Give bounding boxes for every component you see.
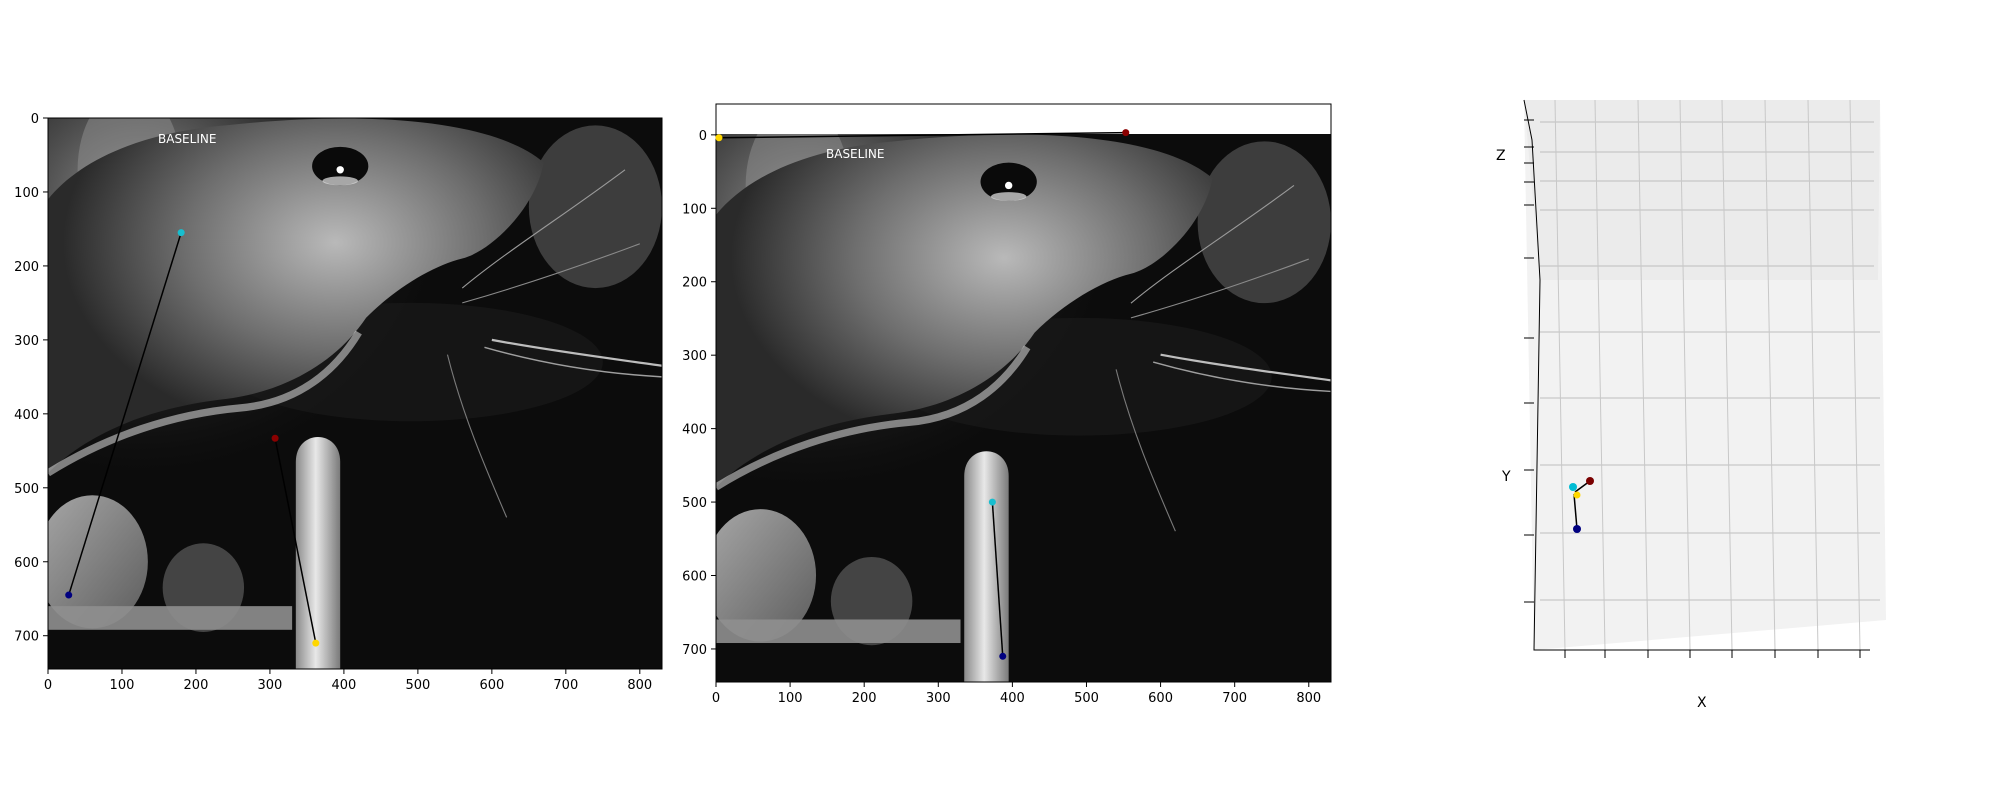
camera-2-overlay-label: BASELINE <box>826 147 884 161</box>
camera-1-image <box>37 88 662 669</box>
x-tick-label: 600 <box>1148 691 1173 706</box>
x-tick-label: 500 <box>405 678 430 693</box>
y-tick-label: 400 <box>682 423 707 438</box>
x-tick-label: 300 <box>926 691 951 706</box>
y-tick-label: 500 <box>682 496 707 511</box>
x-tick-label: 400 <box>1000 691 1025 706</box>
z-axis-label: Z <box>1496 148 1506 164</box>
camera-2-image <box>705 105 1331 682</box>
y-tick-label: 300 <box>682 349 707 364</box>
x-tick-label: 300 <box>258 678 283 693</box>
x-tick-label: 700 <box>553 678 578 693</box>
keypoint <box>715 134 723 142</box>
y-tick-label: 500 <box>14 482 39 497</box>
y-tick-label: 100 <box>682 202 707 217</box>
y-tick-label: 0 <box>31 112 39 127</box>
y-tick-label: 400 <box>14 408 39 423</box>
y-tick-label: 600 <box>682 570 707 585</box>
3d-point-navy <box>1573 525 1581 533</box>
3d-point-red <box>1586 477 1594 485</box>
x-tick-label: 200 <box>852 691 877 706</box>
keypoint <box>988 498 996 506</box>
y-tick-label: 700 <box>14 630 39 645</box>
x-tick-label: 100 <box>778 691 803 706</box>
x-tick-label: 100 <box>110 678 135 693</box>
y-axis-label: Y <box>1501 469 1511 485</box>
3d-panel: Z Y X <box>1496 99 1886 711</box>
keypoint <box>999 652 1007 660</box>
3d-point-yellow <box>1573 491 1581 499</box>
x-tick-label: 0 <box>712 691 720 706</box>
y-tick-label: 300 <box>14 334 39 349</box>
x-tick-label: 700 <box>1222 691 1247 706</box>
y-tick-label: 600 <box>14 556 39 571</box>
camera-2-panel: BASELINE 0 100 200 300 400 500 600 700 800 0 100 20… <box>682 103 1332 706</box>
x-tick-label: 0 <box>44 678 52 693</box>
camera-1-overlay-label: BASELINE <box>158 132 216 146</box>
keypoint <box>271 434 279 442</box>
keypoint <box>312 639 320 647</box>
camera-1-panel: BASELINE 0 100 200 300 400 500 600 700 800 0 100 20… <box>14 88 663 693</box>
3d-top-pane <box>1524 100 1880 280</box>
x-axis-label: X <box>1697 695 1707 711</box>
keypoint <box>1122 129 1130 137</box>
y-tick-label: 100 <box>14 186 39 201</box>
keypoint <box>65 591 73 599</box>
x-tick-label: 200 <box>184 678 209 693</box>
y-tick-label: 0 <box>699 129 707 144</box>
x-tick-label: 800 <box>1296 691 1321 706</box>
y-tick-label: 200 <box>14 260 39 275</box>
x-tick-label: 800 <box>627 678 652 693</box>
keypoint <box>177 229 185 237</box>
3d-point-cyan <box>1569 483 1577 491</box>
x-tick-label: 500 <box>1074 691 1099 706</box>
x-tick-label: 400 <box>331 678 356 693</box>
figure: BASELINE 0 100 200 300 400 500 600 700 800 0 100 20… <box>14 88 1886 711</box>
x-tick-label: 600 <box>479 678 504 693</box>
y-tick-label: 200 <box>682 276 707 291</box>
y-tick-label: 700 <box>682 643 707 658</box>
